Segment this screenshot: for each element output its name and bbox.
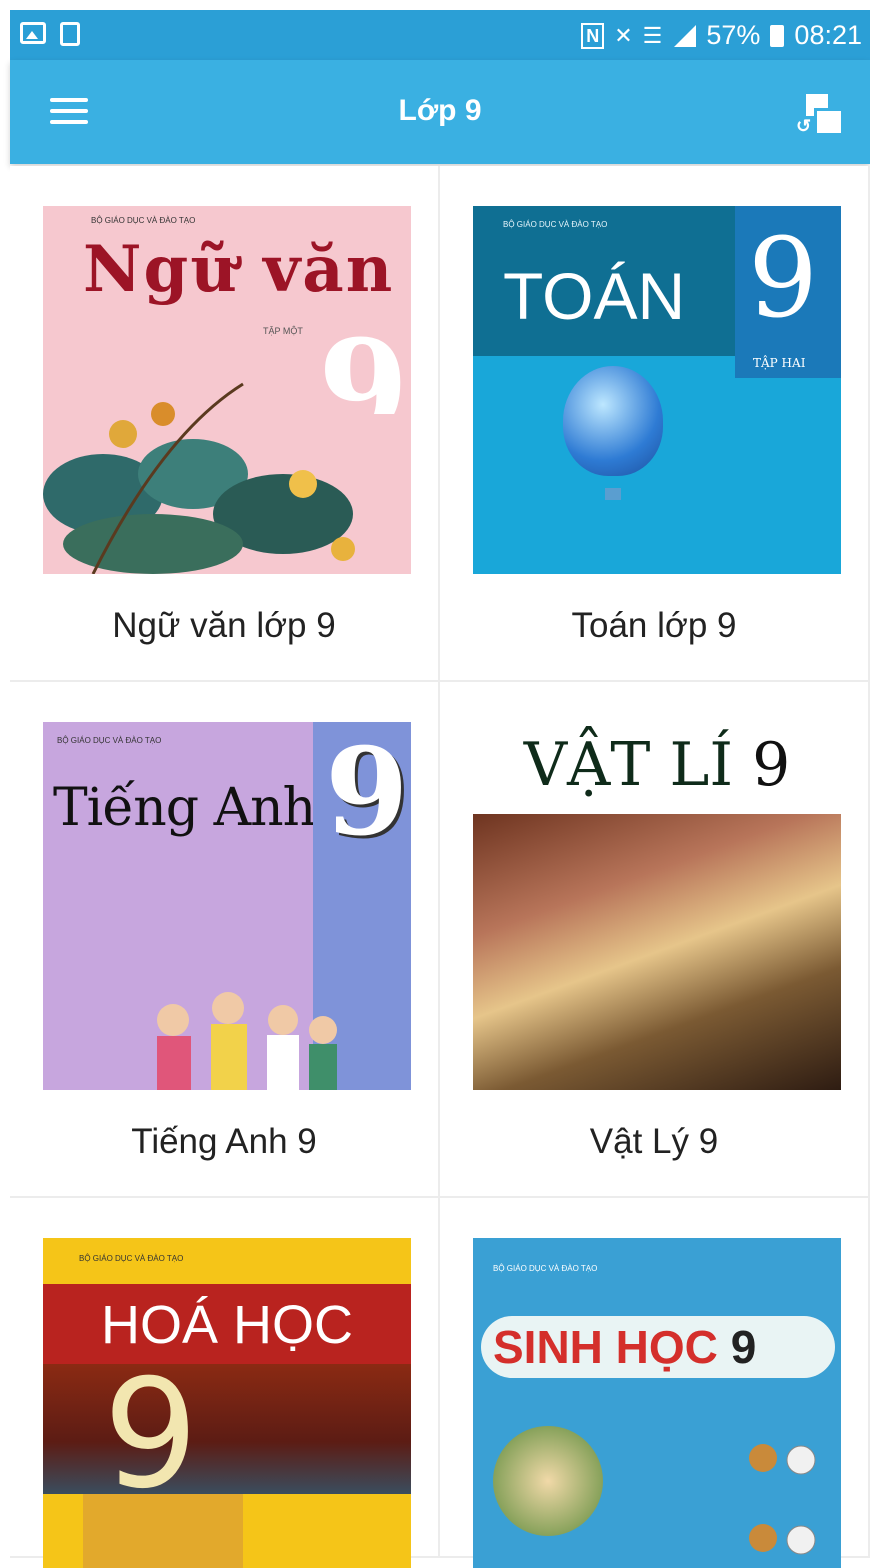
cover-subtitle: TẬP HAI <box>753 356 806 370</box>
wifi-icon: ☰ <box>642 22 663 48</box>
image-icon <box>20 22 46 44</box>
book-cover: BỘ GIÁO DỤC VÀ ĐÀO TẠO Tiếng Anh 9 <box>43 722 411 1090</box>
cover-number: 9 <box>325 722 409 863</box>
file-sync-icon <box>60 22 80 46</box>
cover-subtitle: TẬP MỘT <box>263 326 303 336</box>
book-title: Vật Lý 9 <box>589 1122 719 1161</box>
book-card-toan[interactable]: BỘ GIÁO DỤC VÀ ĐÀO TẠO TOÁN 9 TẬP HAI To… <box>440 166 870 682</box>
nfc-icon: N <box>581 22 605 49</box>
biology-illustration <box>493 1426 603 1536</box>
app-bar: Lớp 9 ↺ <box>10 60 870 164</box>
book-cover: BỘ GIÁO DỤC VÀ ĐÀO TẠO TOÁN 9 TẬP HAI <box>473 206 841 574</box>
battery-percent: 57% <box>706 20 761 50</box>
machine-photo <box>473 814 841 1090</box>
status-bar: N ✕ ☰ 57% 08:21 <box>10 10 870 60</box>
book-cover: BỘ GIÁO DỤC VÀ ĐÀO TẠO Ngữ văn TẬP MỘT 9 <box>43 206 411 574</box>
cover-number: 9 <box>752 730 791 800</box>
cover-title: TOÁN <box>503 259 686 333</box>
cover-number: 9 <box>748 214 818 342</box>
cover-title: Tiếng Anh <box>53 778 316 838</box>
cover-title: HOÁ HỌC <box>100 1295 354 1355</box>
cover-publisher: BỘ GIÁO DỤC VÀ ĐÀO TẠO <box>91 216 196 225</box>
signal-icon <box>672 24 697 47</box>
switch-class-icon[interactable]: ↺ <box>796 94 844 136</box>
book-cover: VẬT LÍ 9 <box>473 722 841 1090</box>
book-title: Ngữ văn lớp 9 <box>112 606 336 645</box>
mute-icon: ✕ <box>614 22 633 48</box>
refinery-illustration <box>43 1364 411 1494</box>
cover-title: SINH HỌC <box>493 1321 718 1373</box>
book-cover: BỘ GIÁO DỤC VÀ ĐÀO TẠO SINH HỌC 9 <box>473 1238 841 1568</box>
cover-publisher: BỘ GIÁO DỤC VÀ ĐÀO TẠO <box>503 220 608 229</box>
page-title: Lớp 9 <box>398 94 482 127</box>
cover-title: Ngữ văn <box>83 232 395 307</box>
book-title: Toán lớp 9 <box>571 606 737 645</box>
cover-publisher: BỘ GIÁO DỤC VÀ ĐÀO TẠO <box>57 736 162 745</box>
book-card-sinh-hoc[interactable]: BỘ GIÁO DỤC VÀ ĐÀO TẠO SINH HỌC 9 <box>440 1198 870 1568</box>
children-illustration <box>157 992 337 1090</box>
book-card-tieng-anh[interactable]: BỘ GIÁO DỤC VÀ ĐÀO TẠO Tiếng Anh 9 Tiếng… <box>10 682 440 1198</box>
fly-illustration <box>749 1444 816 1555</box>
book-card-hoa-hoc[interactable]: BỘ GIÁO DỤC VÀ ĐÀO TẠO HOÁ HỌC 9 <box>10 1198 440 1568</box>
clock: 08:21 <box>794 20 862 50</box>
book-card-ngu-van[interactable]: BỘ GIÁO DỤC VÀ ĐÀO TẠO Ngữ văn TẬP MỘT 9… <box>10 166 440 682</box>
book-title: Tiếng Anh 9 <box>131 1122 317 1161</box>
cover-number: 9 <box>103 1348 199 1522</box>
book-card-vat-ly[interactable]: VẬT LÍ 9 Vật Lý 9 <box>440 682 870 1198</box>
flower-illustration <box>43 382 411 574</box>
cover-publisher: BỘ GIÁO DỤC VÀ ĐÀO TẠO <box>493 1264 598 1273</box>
battery-icon <box>770 24 785 47</box>
book-cover: BỘ GIÁO DỤC VÀ ĐÀO TẠO HOÁ HỌC 9 <box>43 1238 411 1568</box>
cover-title: VẬT LÍ <box>523 730 734 800</box>
balloon-illustration <box>563 366 663 476</box>
cover-publisher: BỘ GIÁO DỤC VÀ ĐÀO TẠO <box>79 1254 184 1263</box>
cover-number: 9 <box>730 1321 757 1373</box>
